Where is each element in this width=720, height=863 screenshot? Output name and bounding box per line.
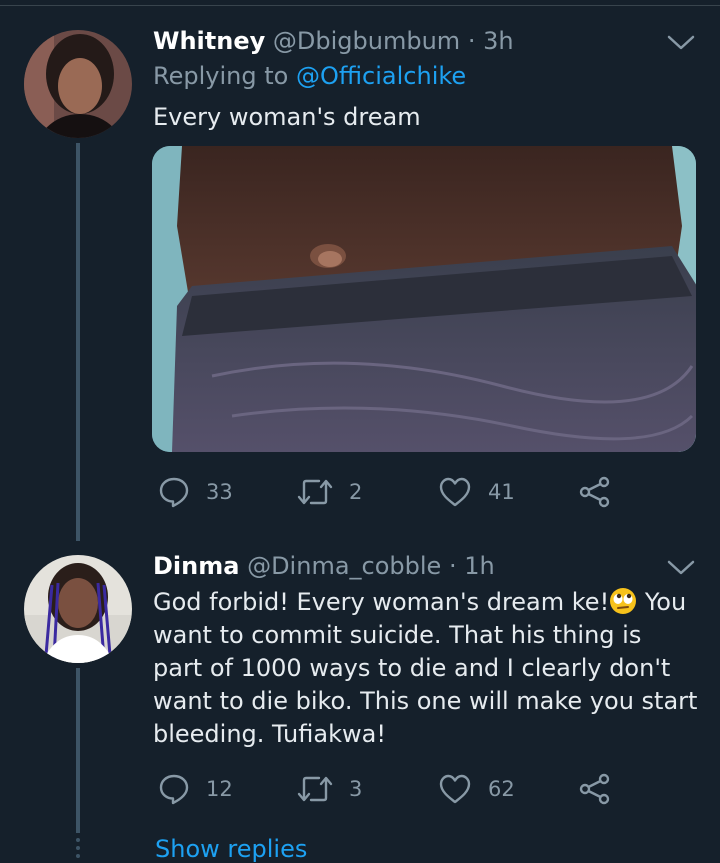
like-count: 62 — [488, 777, 515, 801]
chevron-down-icon[interactable] — [666, 558, 696, 578]
like-action[interactable]: 41 — [438, 476, 515, 508]
separator-dot: · — [448, 552, 457, 580]
reply-icon — [159, 477, 189, 508]
replying-handle[interactable]: @Officialchike — [296, 62, 466, 90]
share-action[interactable] — [578, 476, 612, 508]
separator-dot: · — [467, 27, 476, 55]
tweet-text: God forbid! Every woman's dream ke! You … — [153, 586, 698, 751]
display-name[interactable]: Dinma — [153, 552, 239, 580]
reply-icon — [159, 774, 189, 805]
reply-action[interactable]: 33 — [158, 476, 233, 508]
user-handle[interactable]: @Dbigbumbum — [273, 27, 460, 55]
retweet-count: 3 — [349, 777, 363, 801]
more-replies-dots — [76, 838, 80, 862]
tweet-header: Whitney @Dbigbumbum · 3h — [153, 27, 514, 55]
heart-icon — [439, 774, 471, 804]
avatar[interactable] — [24, 555, 132, 663]
tweet-image[interactable] — [152, 146, 696, 452]
retweet-action[interactable]: 2 — [297, 476, 362, 508]
like-action[interactable]: 62 — [438, 773, 515, 805]
rolling-eyes-emoji-icon — [610, 588, 637, 614]
retweet-icon — [297, 479, 333, 505]
like-count: 41 — [488, 480, 515, 504]
reply-action[interactable]: 12 — [158, 773, 233, 805]
replying-to: Replying to @Officialchike — [153, 62, 466, 90]
heart-icon — [439, 477, 471, 507]
replying-label: Replying to — [153, 62, 289, 90]
share-icon — [579, 773, 610, 805]
share-icon — [579, 476, 610, 508]
show-replies-link[interactable]: Show replies — [155, 835, 307, 863]
thread-line — [76, 668, 80, 833]
retweet-icon — [297, 776, 333, 802]
thread-line — [76, 143, 80, 541]
chevron-down-icon[interactable] — [666, 33, 696, 53]
display-name[interactable]: Whitney — [153, 27, 265, 55]
tweet-header: Dinma @Dinma_cobble · 1h — [153, 552, 495, 580]
reply-count: 12 — [206, 777, 233, 801]
retweet-count: 2 — [349, 480, 363, 504]
share-action[interactable] — [578, 773, 612, 805]
top-divider — [0, 5, 720, 6]
tweet-text: Every woman's dream — [153, 103, 421, 131]
user-handle[interactable]: @Dinma_cobble — [247, 552, 441, 580]
timestamp[interactable]: 3h — [483, 27, 513, 55]
tweet-text-part: God forbid! Every woman's dream ke! — [153, 588, 610, 616]
retweet-action[interactable]: 3 — [297, 773, 362, 805]
reply-count: 33 — [206, 480, 233, 504]
timestamp[interactable]: 1h — [464, 552, 494, 580]
avatar[interactable] — [24, 30, 132, 138]
